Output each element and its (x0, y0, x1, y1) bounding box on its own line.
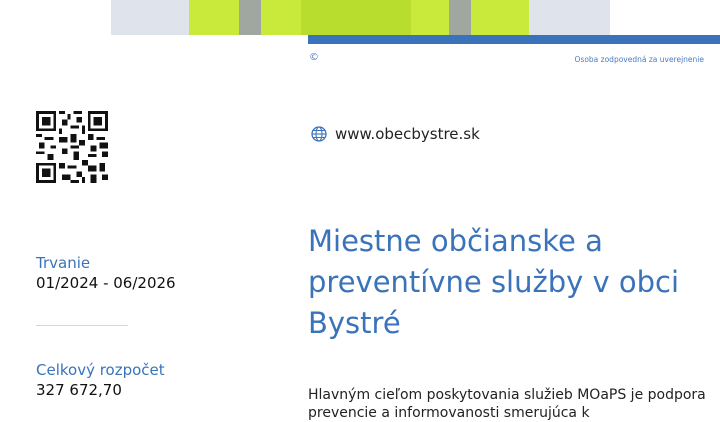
website-link[interactable]: www.obecbystre.sk (335, 125, 480, 143)
website-row[interactable]: www.obecbystre.sk (311, 125, 480, 143)
budget-value: 327 672,70 (36, 381, 122, 399)
sidebar-divider (36, 325, 128, 326)
qr-code (36, 111, 108, 183)
project-title: Miestne občianske a preventívne služby v… (308, 224, 680, 340)
copyright-symbol: © (309, 52, 319, 63)
duration-value: 01/2024 - 06/2026 (36, 274, 176, 292)
project-description: Hlavným cieľom poskytovania služieb MOaP… (308, 387, 706, 421)
accent-bar (308, 35, 720, 44)
responsible-person-text: Osoba zodpovedná za uverejnenie (574, 55, 704, 64)
budget-label: Celkový rozpočet (36, 361, 165, 379)
header-photo (111, 0, 610, 35)
duration-label: Trvanie (36, 254, 91, 272)
globe-icon (311, 126, 327, 142)
